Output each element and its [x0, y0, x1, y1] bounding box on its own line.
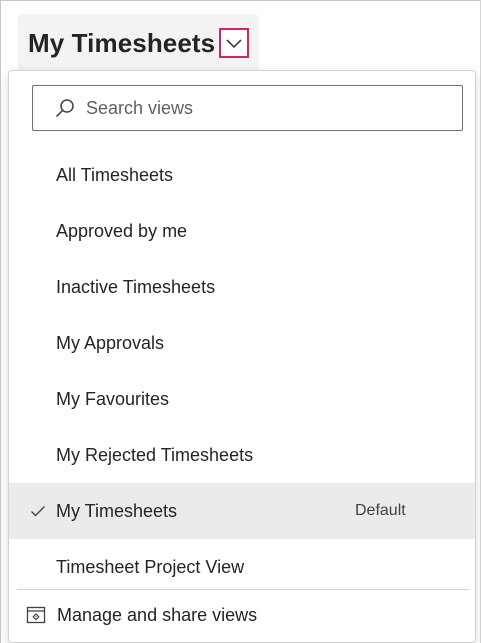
- view-item-label: My Favourites: [56, 388, 170, 409]
- view-item[interactable]: Inactive Timesheets: [9, 259, 475, 315]
- view-item[interactable]: All Timesheets: [9, 147, 475, 203]
- view-item-label: Approved by me: [56, 220, 188, 241]
- page-border-top: [0, 0, 481, 1]
- page-border-left: [0, 0, 1, 643]
- view-dropdown-panel: All Timesheets Approved by me Inactive Tim…: [8, 70, 476, 643]
- view-item-label: My Approvals: [56, 332, 165, 353]
- divider: [17, 589, 469, 590]
- view-item[interactable]: My Timesheets Default: [9, 483, 475, 539]
- manage-views-button[interactable]: Manage and share views: [9, 591, 475, 639]
- view-item[interactable]: Timesheet Project View: [9, 539, 475, 595]
- view-item[interactable]: My Approvals: [9, 315, 475, 371]
- view-selector-title: My Timesheets: [28, 27, 216, 58]
- view-item-label: Timesheet Project View: [56, 556, 245, 577]
- search-input[interactable]: [86, 97, 446, 119]
- search-box[interactable]: [32, 85, 463, 131]
- default-badge: Default: [355, 502, 406, 519]
- chevron-down-icon[interactable]: [219, 28, 250, 58]
- view-selector-button[interactable]: My Timesheets: [18, 14, 260, 72]
- settings-window-icon: [26, 605, 46, 625]
- search-icon: [54, 97, 76, 119]
- view-item[interactable]: My Rejected Timesheets: [9, 427, 475, 483]
- view-item-label: My Rejected Timesheets: [56, 444, 254, 465]
- view-list: All Timesheets Approved by me Inactive Tim…: [9, 147, 475, 595]
- view-item[interactable]: My Favourites: [9, 371, 475, 427]
- view-item-label: All Timesheets: [56, 164, 174, 185]
- view-item-label: Inactive Timesheets: [56, 276, 216, 297]
- checkmark-icon: [29, 502, 47, 520]
- view-item[interactable]: Approved by me: [9, 203, 475, 259]
- view-item-label: My Timesheets: [56, 500, 178, 521]
- manage-views-label: Manage and share views: [57, 604, 258, 625]
